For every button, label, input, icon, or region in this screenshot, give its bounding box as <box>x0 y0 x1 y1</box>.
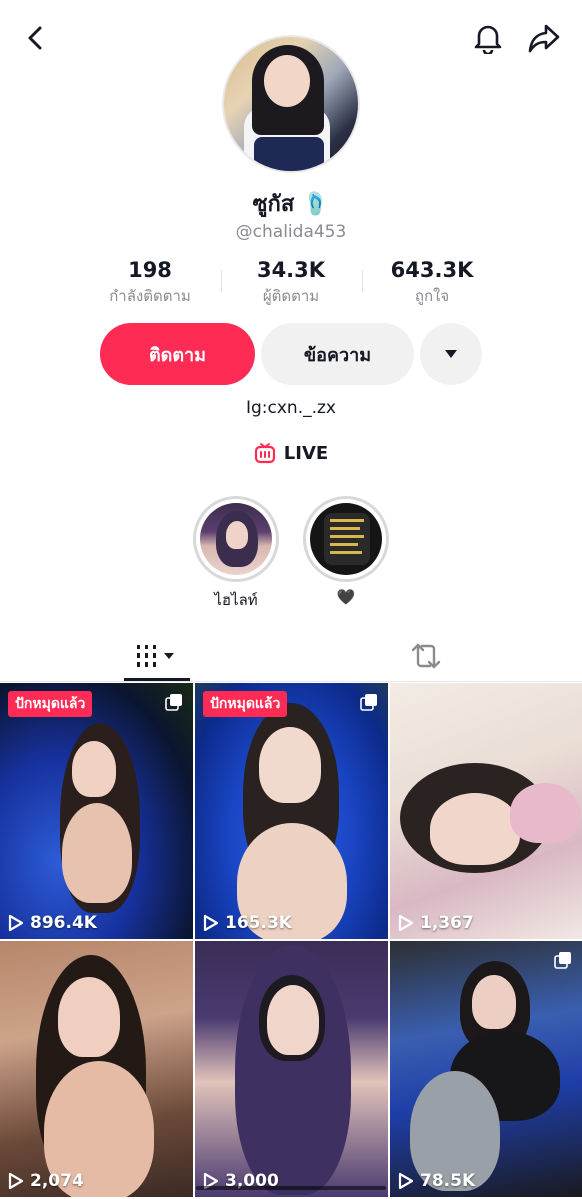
play-icon <box>203 914 219 932</box>
follow-button[interactable]: ติดตาม <box>100 323 255 385</box>
more-options-button[interactable] <box>420 323 482 385</box>
multi-photo-icon <box>360 694 377 711</box>
home-indicator <box>196 1186 386 1190</box>
video-thumbnail[interactable]: 78.5K <box>390 941 582 1197</box>
profile-stats: 198 กำลังติดตาม 34.3K ผู้ติดตาม 643.3K ถ… <box>0 258 582 310</box>
view-count-text: 2,074 <box>30 1171 84 1191</box>
followers-label: ผู้ติดตาม <box>262 287 320 305</box>
highlight-1-ring <box>193 496 279 582</box>
view-count-text: 1,367 <box>420 913 474 933</box>
message-button[interactable]: ข้อความ <box>261 323 414 385</box>
view-count-text: 165.3K <box>225 913 292 933</box>
view-count: 1,367 <box>398 913 474 933</box>
active-tab-indicator <box>124 678 190 681</box>
share-button[interactable] <box>522 16 566 60</box>
view-count: 78.5K <box>398 1171 475 1191</box>
caret-down-icon <box>445 350 457 358</box>
followers-count: 34.3K <box>256 258 326 282</box>
bell-icon <box>474 25 502 54</box>
display-name-text: ซูกัส <box>252 192 295 217</box>
highlight-2[interactable]: 🖤 <box>301 496 391 606</box>
grid-icon <box>137 645 174 667</box>
chevron-left-icon <box>28 26 42 50</box>
view-count-text: 896.4K <box>30 913 97 933</box>
multi-photo-icon <box>165 694 182 711</box>
video-thumbnail[interactable]: 1,367 <box>390 683 582 939</box>
video-thumbnail[interactable]: ปักหมุดแล้ว 165.3K <box>195 683 388 939</box>
video-thumbnail[interactable]: ปักหมุดแล้ว 896.4K <box>0 683 193 939</box>
highlight-1[interactable]: ไฮไลท์ <box>191 496 281 612</box>
likes-label: ถูกใจ <box>414 287 450 305</box>
view-count: 165.3K <box>203 913 292 933</box>
play-icon <box>398 1172 414 1190</box>
view-count: 2,074 <box>8 1171 84 1191</box>
display-name-emoji: 🩴 <box>301 192 330 217</box>
pinned-badge: ปักหมุดแล้ว <box>8 691 93 717</box>
video-thumbnail[interactable]: 2,074 <box>0 941 193 1197</box>
profile-tabs <box>0 630 582 682</box>
play-icon <box>8 1172 24 1190</box>
live-entry[interactable]: LIVE <box>0 442 582 464</box>
following-count: 198 <box>128 258 172 282</box>
username-handle: @chalida453 <box>235 222 347 242</box>
display-name: ซูกัส 🩴 <box>0 186 582 221</box>
live-label: LIVE <box>283 442 329 464</box>
pinned-badge: ปักหมุดแล้ว <box>203 691 288 717</box>
likes-count: 643.3K <box>390 258 474 282</box>
highlight-2-ring <box>303 496 389 582</box>
profile-avatar[interactable] <box>222 35 360 173</box>
video-grid: ปักหมุดแล้ว 896.4K ปักหมุดแล้ว 165.3K 1,… <box>0 683 582 1199</box>
followers-stat[interactable]: 34.3K ผู้ติดตาม <box>216 258 366 308</box>
view-count-text: 78.5K <box>420 1171 476 1191</box>
tv-live-icon <box>254 443 275 464</box>
repost-icon <box>411 643 441 669</box>
likes-stat[interactable]: 643.3K ถูกใจ <box>357 258 507 308</box>
multi-photo-icon <box>554 952 571 969</box>
highlight-1-label: ไฮไลท์ <box>214 591 258 609</box>
notifications-button[interactable] <box>466 16 510 60</box>
share-arrow-icon <box>528 24 560 53</box>
highlight-1-cover <box>200 503 272 575</box>
tab-videos[interactable] <box>122 630 190 682</box>
profile-bio: Ig:cxn._.zx <box>245 398 336 418</box>
view-count: 896.4K <box>8 913 97 933</box>
highlight-2-label: 🖤 <box>336 588 356 606</box>
tab-reposts[interactable] <box>392 630 460 682</box>
following-label: กำลังติดตาม <box>109 287 191 305</box>
play-icon <box>8 914 24 932</box>
play-icon <box>398 914 414 932</box>
highlight-2-cover <box>310 503 382 575</box>
following-stat[interactable]: 198 กำลังติดตาม <box>75 258 225 308</box>
video-thumbnail[interactable]: 3,000 <box>195 941 388 1197</box>
back-button[interactable] <box>14 16 58 60</box>
